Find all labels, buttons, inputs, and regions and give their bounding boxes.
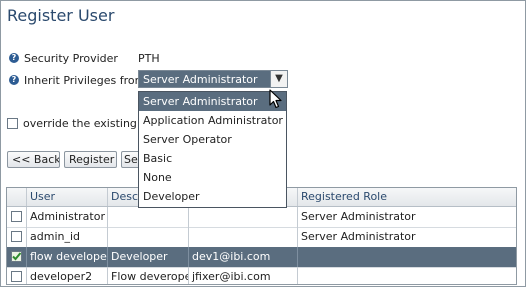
checkmark-icon (12, 252, 22, 261)
cell-role: Server Administrator (301, 230, 416, 243)
cell-description: Developer (108, 247, 189, 267)
row-select-cell (7, 267, 27, 284)
cell-user: developer2 (27, 267, 108, 284)
override-label: override the existing re (23, 117, 152, 130)
cell-description (108, 227, 189, 247)
row-select-cell (7, 247, 27, 267)
dropdown-option[interactable]: None (139, 168, 286, 187)
dropdown-option[interactable]: Server Operator (139, 130, 286, 149)
chevron-down-icon[interactable]: ▼ (270, 71, 287, 87)
cell-user: Administrator (27, 207, 108, 227)
row-checkbox[interactable] (11, 211, 22, 222)
dropdown-option[interactable]: Developer (139, 187, 286, 206)
table-row[interactable]: admin_id Server Administrator (7, 227, 516, 248)
help-icon[interactable]: ? (9, 53, 19, 63)
dropdown-option[interactable]: Server Administrator (139, 92, 286, 111)
cell-user: admin_id (27, 227, 108, 247)
header-registered-role[interactable]: Registered Role (298, 188, 516, 206)
inherit-privileges-label: Inherit Privileges from (24, 74, 146, 87)
table-row[interactable]: Administrator Server Administrator (7, 207, 516, 228)
cell-description: Flow deveroper (108, 267, 189, 284)
cell-role (298, 267, 516, 284)
table-row[interactable]: flow developer Developer dev1@ibi.com (7, 247, 516, 268)
register-button[interactable]: Register (64, 151, 117, 168)
help-icon[interactable]: ? (9, 75, 19, 85)
cell-email: dev1@ibi.com (189, 247, 298, 267)
row-checkbox[interactable] (11, 231, 22, 242)
inherit-privileges-value: Server Administrator (143, 73, 258, 86)
cell-user: flow developer (27, 247, 108, 267)
security-provider-label: Security Provider (24, 52, 118, 65)
row-select-cell (7, 207, 27, 227)
page-title: Register User (7, 6, 115, 25)
header-select-column (7, 188, 27, 206)
mouse-pointer-icon (269, 89, 282, 109)
inherit-privileges-select[interactable]: Server Administrator ▼ (138, 70, 288, 88)
dropdown-option[interactable]: Basic (139, 149, 286, 168)
cell-email (189, 207, 298, 227)
cell-description (108, 207, 189, 227)
override-checkbox[interactable] (7, 118, 18, 129)
cell-email: jfixer@ibi.com (189, 267, 298, 284)
cell-role: Server Administrator (301, 210, 416, 223)
row-select-cell (7, 227, 27, 247)
back-button[interactable]: << Back (7, 151, 60, 168)
inherit-privileges-dropdown: Server Administrator Application Adminis… (138, 91, 287, 208)
row-checkbox[interactable] (11, 271, 22, 282)
dropdown-option[interactable]: Application Administrator (139, 111, 286, 130)
header-user[interactable]: User (27, 188, 108, 206)
cell-role (298, 247, 516, 267)
row-checkbox[interactable] (11, 251, 22, 262)
cell-email (189, 227, 298, 247)
table-row[interactable]: developer2 Flow deveroper jfixer@ibi.com (7, 267, 516, 284)
security-provider-value: PTH (138, 52, 160, 65)
